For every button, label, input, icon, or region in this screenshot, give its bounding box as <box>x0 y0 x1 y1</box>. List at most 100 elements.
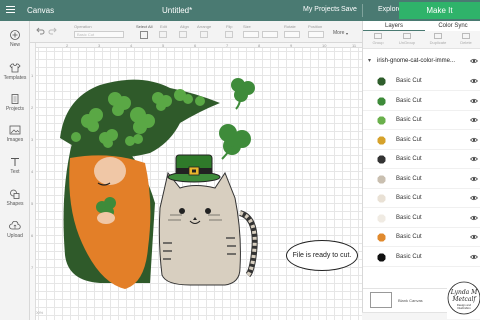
svg-text:Illustration: Illustration <box>457 306 471 310</box>
chevron-down-icon[interactable]: ▾ <box>346 31 348 36</box>
make-it-button[interactable]: Make It <box>399 2 480 19</box>
chevron-down-icon[interactable]: ▾ <box>368 57 371 64</box>
nav-new[interactable]: New <box>0 30 30 48</box>
ruler-tick: 4 <box>130 43 133 48</box>
align-icon[interactable] <box>179 31 187 38</box>
duplicate-icon <box>434 33 442 39</box>
operation-select[interactable]: Basic Cut <box>74 31 124 38</box>
select-all-label[interactable]: Select All <box>136 24 152 29</box>
layer-row[interactable]: Basic Cut <box>363 72 480 91</box>
eye-icon[interactable] <box>470 234 478 240</box>
size-height-field[interactable] <box>262 31 278 38</box>
ruler-tick: 7 <box>226 43 229 48</box>
eye-icon[interactable] <box>470 176 478 182</box>
logo-mark: Lynda M Metcalf Design and Illustration <box>447 281 480 315</box>
layer-row[interactable]: Basic Cut <box>363 170 480 189</box>
layer-thumbnail <box>375 114 388 127</box>
tab-layers[interactable]: Layers <box>363 21 425 31</box>
size-label: Size <box>243 24 251 29</box>
edit-icon[interactable] <box>159 31 167 38</box>
designer-logo: Lynda M Metcalf Design and Illustration <box>447 279 480 319</box>
layer-row[interactable]: Basic Cut <box>363 150 480 169</box>
eye-icon[interactable] <box>470 137 478 143</box>
nav-text[interactable]: Text <box>0 157 30 175</box>
nav-shapes-label: Shapes <box>6 201 24 207</box>
document-title[interactable]: Untitled* <box>162 6 192 15</box>
blank-canvas-label: Blank Canvas <box>398 298 423 303</box>
layer-group-name: irish-gnome-cat-color-imme... <box>377 58 456 64</box>
nav-templates-label: Templates <box>3 75 27 81</box>
more-label[interactable]: More <box>333 30 344 36</box>
eye-icon[interactable] <box>470 195 478 201</box>
rotate-field[interactable] <box>284 31 300 38</box>
layer-thumbnail <box>375 153 388 166</box>
ruler-tick: 10 <box>322 43 327 48</box>
my-projects-link[interactable]: My Projects <box>303 6 340 13</box>
layer-operation-label: Basic Cut <box>396 253 422 260</box>
ruler-tick: 5 <box>31 201 34 206</box>
ruler-left: 1 2 3 4 5 6 7 <box>30 43 36 320</box>
save-link[interactable]: Save <box>341 6 357 13</box>
tab-color-sync[interactable]: Color Sync <box>425 21 480 31</box>
delete-button[interactable]: Delete <box>451 33 480 45</box>
divider <box>362 4 363 17</box>
nav-shapes[interactable]: Shapes <box>0 189 30 207</box>
eye-icon[interactable] <box>470 254 478 260</box>
layer-group[interactable]: ▾ irish-gnome-cat-color-imme... <box>363 56 480 66</box>
ruler-tick: 9 <box>290 43 293 48</box>
nav-projects[interactable]: Projects <box>0 94 30 112</box>
layer-operation-label: Basic Cut <box>396 156 422 162</box>
nav-templates[interactable]: Templates <box>0 63 30 81</box>
arrange-icon[interactable] <box>200 31 208 38</box>
select-all-icon[interactable] <box>140 31 148 39</box>
operation-label: Operation <box>74 24 92 29</box>
eye-icon[interactable] <box>470 98 478 104</box>
ruler-tick: 1 <box>31 73 34 78</box>
upload-cloud-icon <box>9 221 21 230</box>
redo-icon[interactable] <box>48 27 57 35</box>
ungroup-label: UnGroup <box>398 40 416 45</box>
layer-thumbnail <box>375 192 388 205</box>
ungroup-button[interactable]: UnGroup <box>392 33 422 45</box>
layer-row[interactable]: Basic Cut <box>363 209 480 228</box>
layer-row[interactable]: Basic Cut <box>363 189 480 208</box>
layer-thumbnail <box>375 231 388 244</box>
eye-icon[interactable] <box>470 78 478 84</box>
layer-row[interactable]: Basic Cut <box>363 248 480 267</box>
nav-upload[interactable]: Upload <box>0 221 30 239</box>
layer-thumbnail <box>375 172 388 186</box>
ruler-tick: 6 <box>31 233 34 238</box>
rotate-label: Rotate <box>284 24 296 29</box>
menu-icon[interactable] <box>6 6 15 14</box>
nav-text-label: Text <box>10 169 20 175</box>
layer-operation-label: Basic Cut <box>396 234 422 240</box>
layer-actions: Group UnGroup Duplicate Delete <box>363 31 480 49</box>
layer-row[interactable]: Basic Cut <box>363 131 480 150</box>
position-x-field[interactable] <box>308 31 324 38</box>
ungroup-icon <box>403 33 411 39</box>
eye-icon[interactable] <box>470 156 478 162</box>
duplicate-button[interactable]: Duplicate <box>423 33 453 45</box>
shapes-icon <box>10 189 20 199</box>
ruler-tick: 3 <box>98 43 101 48</box>
layer-row[interactable]: Basic Cut <box>363 92 480 111</box>
group-label: Group <box>372 40 384 45</box>
canvas-swatch[interactable] <box>370 292 392 308</box>
top-bar: Canvas Untitled* My Projects Save Explor… <box>0 0 480 21</box>
nav-images[interactable]: Images <box>0 125 30 143</box>
undo-icon[interactable] <box>36 27 45 35</box>
size-width-field[interactable] <box>243 31 259 38</box>
ruler-tick: 2 <box>31 105 34 110</box>
eye-icon[interactable] <box>470 58 478 64</box>
flip-icon[interactable] <box>225 31 233 38</box>
eye-icon[interactable] <box>470 215 478 221</box>
nav-upload-label: Upload <box>7 233 23 239</box>
svg-text:Metcalf: Metcalf <box>451 296 477 303</box>
design-canvas[interactable]: 100% <box>30 43 362 320</box>
layer-row[interactable]: Basic Cut <box>363 228 480 247</box>
layer-row[interactable]: Basic Cut <box>363 111 480 130</box>
eye-icon[interactable] <box>470 117 478 123</box>
group-button[interactable]: Group <box>363 33 393 45</box>
ruler-tick: 4 <box>31 169 34 174</box>
gnome-cat-artwork[interactable] <box>30 43 362 320</box>
